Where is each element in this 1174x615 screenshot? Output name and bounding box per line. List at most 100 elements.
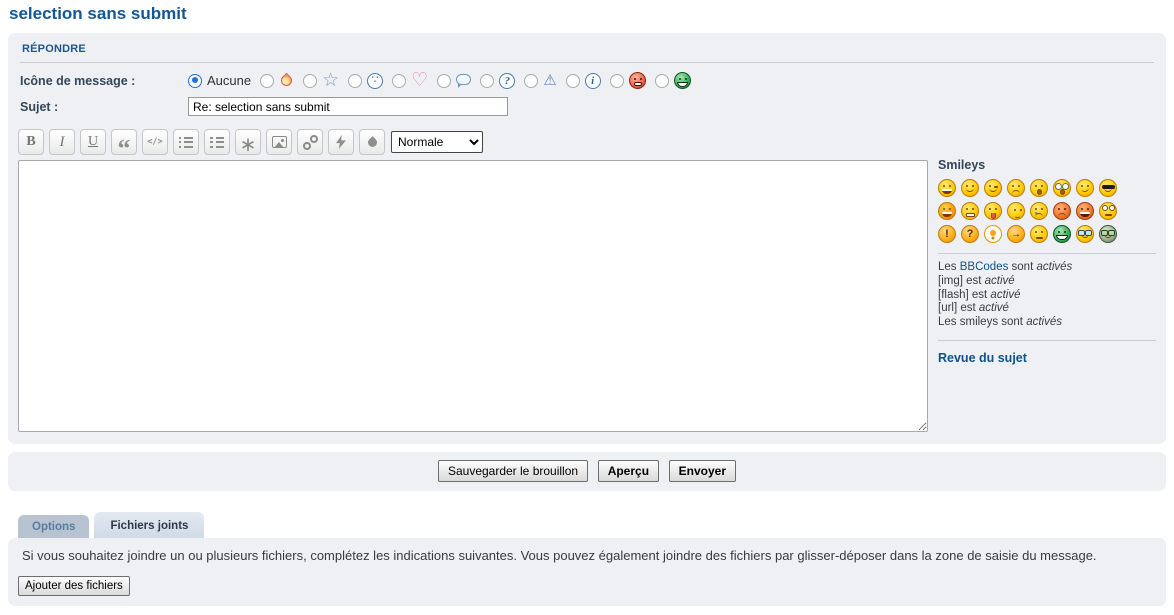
smiley-sad[interactable] xyxy=(1007,179,1025,197)
editor-row: Normale Smileys xyxy=(18,129,1156,435)
subject-input[interactable] xyxy=(188,97,508,116)
reply-panel: RÉPONDRE Icône de message : Aucune xyxy=(8,33,1166,444)
mad-icon xyxy=(629,72,646,89)
message-icon-question[interactable] xyxy=(480,73,515,89)
image-icon xyxy=(272,136,287,148)
quote-button[interactable] xyxy=(111,129,137,155)
message-icon-mad[interactable] xyxy=(610,72,646,89)
message-icon-none[interactable]: Aucune xyxy=(188,73,251,88)
radio-button[interactable] xyxy=(480,74,494,88)
radio-button[interactable] xyxy=(655,74,669,88)
smiley-mr-green[interactable] xyxy=(1053,225,1071,243)
smiley-surprised[interactable] xyxy=(1030,179,1048,197)
radio-button[interactable] xyxy=(524,74,538,88)
bbcode-status-line: Les smileys sont activés xyxy=(938,316,1156,330)
bold-button[interactable] xyxy=(18,129,44,155)
radio-button[interactable] xyxy=(437,74,451,88)
unordered-list-button[interactable] xyxy=(173,129,199,155)
bbcode-status-text: [url] est xyxy=(938,302,979,314)
smiley-evil[interactable] xyxy=(1053,202,1071,220)
heart-icon xyxy=(411,73,428,89)
message-icon-fire[interactable] xyxy=(260,73,294,88)
topic-review-link[interactable]: Revue du sujet xyxy=(938,351,1027,365)
page-title: selection sans submit xyxy=(9,4,1166,24)
smiley-geek[interactable] xyxy=(1076,225,1094,243)
smiley-arrow[interactable] xyxy=(1007,225,1025,243)
message-icon-info[interactable] xyxy=(566,73,601,89)
smiley-smile[interactable] xyxy=(961,179,979,197)
flash-icon xyxy=(336,135,346,149)
smiley-wink[interactable] xyxy=(984,179,1002,197)
message-icon-bubble[interactable] xyxy=(437,74,471,88)
smiley-shocked[interactable] xyxy=(1053,179,1071,197)
italic-button[interactable] xyxy=(49,129,75,155)
smiley-embarrassed[interactable] xyxy=(1007,202,1025,220)
flash-button[interactable] xyxy=(328,129,354,155)
bbcode-status-text: Les xyxy=(938,261,960,273)
radio-button[interactable] xyxy=(392,74,406,88)
bbcodes-link[interactable]: BBCodes xyxy=(960,261,1009,273)
message-icon-option-label: Aucune xyxy=(207,73,251,88)
smiley-grid xyxy=(938,179,1156,243)
save-draft-button[interactable]: Sauvegarder le brouillon xyxy=(438,460,588,482)
radio-button[interactable] xyxy=(348,74,362,88)
submit-button[interactable]: Envoyer xyxy=(669,460,736,482)
radio-button[interactable] xyxy=(303,74,317,88)
subject-field-row: Sujet : xyxy=(20,97,1154,116)
insert-link-button[interactable] xyxy=(297,129,323,155)
radio-button[interactable] xyxy=(188,74,202,88)
radio-button[interactable] xyxy=(566,74,580,88)
bbcode-status-line: [flash] est activé xyxy=(938,289,1156,303)
code-button[interactable] xyxy=(142,129,168,155)
bbcode-status-flag: activés xyxy=(1036,261,1072,273)
smiley-mad[interactable] xyxy=(961,202,979,220)
smiley-question[interactable] xyxy=(961,225,979,243)
message-icon-field-row: Icône de message : Aucune xyxy=(20,72,1154,89)
smiley-cool[interactable] xyxy=(1099,179,1117,197)
smiley-confused[interactable] xyxy=(1076,179,1094,197)
message-icon-warning[interactable] xyxy=(524,73,556,89)
font-size-select[interactable]: Normale xyxy=(391,131,483,153)
star-icon xyxy=(322,73,339,89)
asterisk-icon xyxy=(240,138,257,146)
font-colour-button[interactable] xyxy=(359,129,385,155)
bbcode-status-line: Les BBCodes sont activés xyxy=(938,261,1156,275)
smiley-rolling-eyes[interactable] xyxy=(1099,202,1117,220)
smiley-very-happy[interactable] xyxy=(938,179,956,197)
radio-button[interactable] xyxy=(610,74,624,88)
ordered-list-button[interactable] xyxy=(204,129,230,155)
radio-button[interactable] xyxy=(260,74,274,88)
subject-field-label: Sujet : xyxy=(20,100,188,114)
quote-icon xyxy=(118,141,131,143)
list-item-button[interactable] xyxy=(235,129,261,155)
bubble-icon xyxy=(456,74,471,85)
smiley-exclamation[interactable] xyxy=(938,225,956,243)
message-icon-green[interactable] xyxy=(655,72,691,89)
preview-button[interactable]: Aperçu xyxy=(598,460,659,482)
smiley-uber-geek[interactable] xyxy=(1099,225,1117,243)
olist-icon xyxy=(210,137,224,148)
smiley-twisted-evil[interactable] xyxy=(1076,202,1094,220)
green-icon xyxy=(674,72,691,89)
smiley-razz[interactable] xyxy=(984,202,1002,220)
smiley-laughing[interactable] xyxy=(938,202,956,220)
message-icon-dots[interactable] xyxy=(348,73,383,89)
bbcode-status: Les BBCodes sont activés [img] est activ… xyxy=(938,261,1156,330)
smileys-title: Smileys xyxy=(938,158,1156,172)
message-icon-heart[interactable] xyxy=(392,73,428,89)
bbcode-status-flag: activé xyxy=(990,289,1020,301)
add-files-button[interactable]: Ajouter des fichiers xyxy=(18,576,130,596)
message-icon-star[interactable] xyxy=(303,73,339,89)
smiley-crying[interactable] xyxy=(1030,202,1048,220)
tab-options[interactable]: Options xyxy=(18,515,89,538)
smiley-idea[interactable] xyxy=(984,225,1002,243)
tab-attachments[interactable]: Fichiers joints xyxy=(94,512,204,538)
insert-image-button[interactable] xyxy=(266,129,292,155)
editor-right-column: Smileys xyxy=(938,129,1156,435)
smiley-neutral[interactable] xyxy=(1030,225,1048,243)
message-textarea[interactable] xyxy=(18,160,928,432)
info-icon xyxy=(585,73,601,89)
message-icon-options: Aucune xyxy=(188,72,700,89)
underline-button[interactable] xyxy=(80,129,106,155)
bbcode-status-text: [img] est xyxy=(938,275,985,287)
